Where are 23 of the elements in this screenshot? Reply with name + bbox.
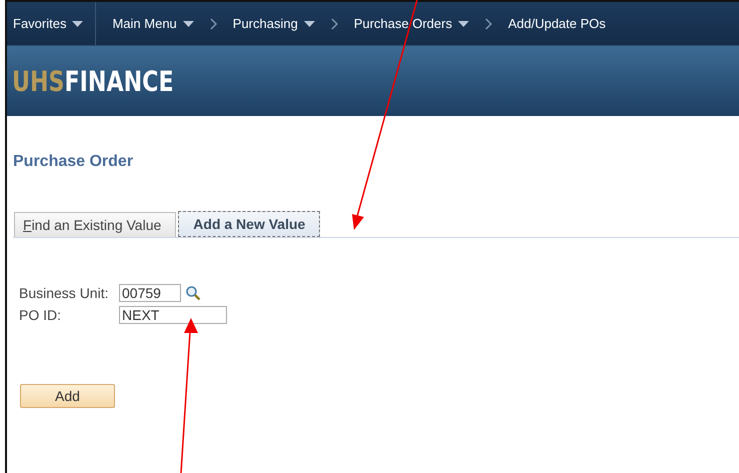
field-label: Business Unit:	[19, 285, 110, 301]
logo-prefix: UHS	[12, 64, 65, 98]
chevron-icon	[210, 18, 217, 30]
breadcrumb-link[interactable]: Purchasing	[226, 16, 321, 31]
add-button[interactable]: Add	[20, 384, 115, 408]
nav-menu[interactable]: Favorites	[7, 2, 90, 45]
tab[interactable]: Add a New Value	[178, 211, 320, 237]
caret-icon	[458, 20, 470, 26]
caret-icon	[304, 20, 315, 26]
field-label: PO ID:	[19, 307, 62, 323]
caret-icon	[72, 20, 84, 26]
input-field[interactable]: NEXT	[119, 306, 227, 324]
breadcrumb-current[interactable]: Add/Update POs	[502, 16, 612, 31]
chevron-icon	[330, 18, 338, 30]
breadcrumb-link[interactable]: Purchase Orders	[348, 16, 476, 31]
caret-icon	[182, 20, 194, 26]
logo-name: FINANCE	[64, 64, 174, 98]
page-title: Purchase Order	[13, 153, 134, 171]
chevron-icon	[485, 18, 492, 30]
input-field[interactable]: 00759	[119, 284, 181, 302]
tab[interactable]: Find an Existing Value	[14, 212, 176, 237]
nav-menu[interactable]: Main Menu	[106, 2, 200, 45]
search-icon[interactable]	[185, 285, 201, 301]
